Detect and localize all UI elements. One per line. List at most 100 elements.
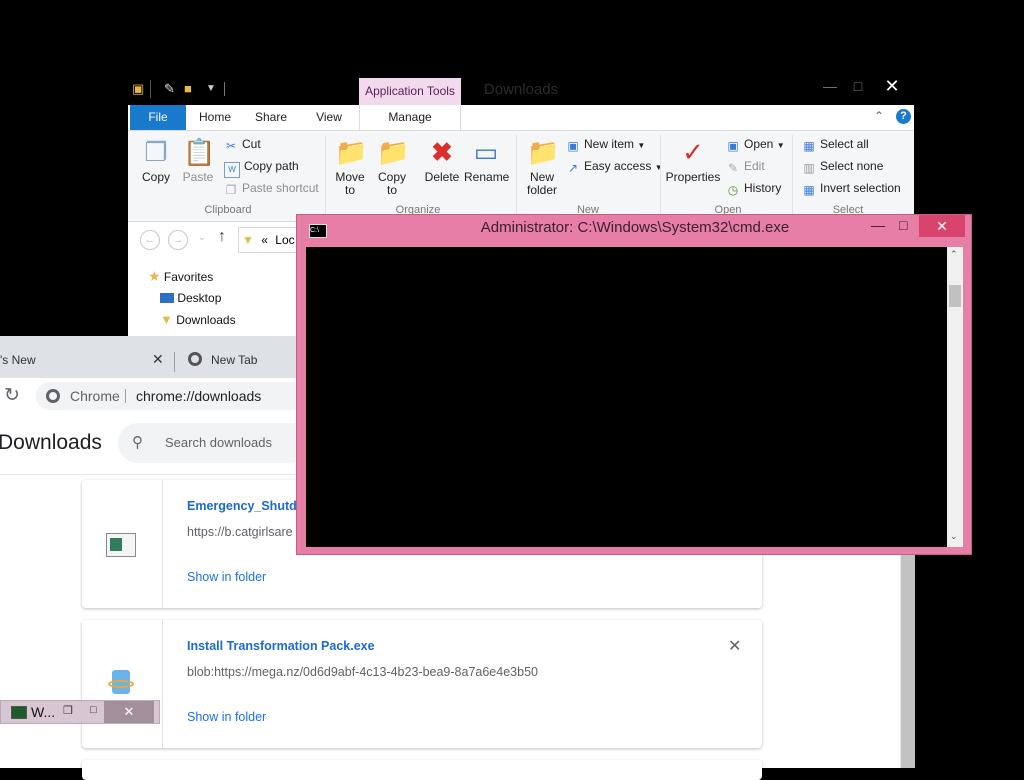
omnibox[interactable]: Chrome chrome://downloads [36, 382, 296, 410]
nav-downloads[interactable]: ▼ Downloads [160, 309, 236, 330]
file-icon [106, 533, 136, 557]
help-icon[interactable]: ? [896, 109, 911, 124]
nav-desktop[interactable]: Desktop [160, 288, 221, 309]
select-all-button[interactable]: ▦ Select all [802, 135, 868, 153]
back-arrow-icon[interactable]: ← [140, 230, 160, 250]
tab-home[interactable]: Home [190, 105, 240, 130]
star-icon: ★ [148, 268, 161, 284]
open-button[interactable]: ▣ Open ▼ [726, 135, 784, 153]
tab-whats-new[interactable]: 's New ✕ [0, 344, 172, 378]
search-placeholder: Search downloads [165, 435, 272, 450]
minimized-window[interactable]: W... ❐ □ ✕ [0, 700, 160, 724]
page-title: Downloads [0, 431, 102, 454]
console-area[interactable] [306, 247, 947, 547]
close-button[interactable]: ✕ [919, 215, 965, 237]
restore-icon[interactable]: ❐ [63, 704, 73, 717]
remove-download-icon[interactable]: ✕ [728, 636, 741, 656]
cmd-scrollbar[interactable]: ⌃ ⌄ [947, 247, 963, 547]
history-label: History [744, 181, 782, 195]
tab-divider [174, 352, 175, 372]
scroll-up-icon[interactable]: ⌃ [950, 249, 958, 260]
explorer-titlebar: ▣ ✎ ■ ▼ Downloads Application Tools — □ … [128, 74, 914, 105]
minimized-window-title: W... [31, 704, 56, 720]
properties-button[interactable]: ✓ Properties [664, 137, 722, 184]
invert-selection-label: Invert selection [820, 181, 901, 195]
paste-button[interactable]: 📋 Paste [178, 137, 218, 184]
select-all-icon: ▦ [803, 139, 815, 153]
scrollbar-thumb[interactable] [949, 285, 961, 307]
download-filename-link[interactable]: Install Transformation Pack.exe [187, 639, 375, 653]
rename-button[interactable]: ▭ Rename [464, 137, 510, 184]
download-filename-link[interactable]: Emergency_Shutdo [187, 499, 304, 513]
collapse-ribbon-icon[interactable]: ⌃ [874, 109, 884, 123]
paste-shortcut-button[interactable]: ❐ Paste shortcut [224, 179, 319, 197]
download-url: blob:https://mega.nz/0d6d9abf-4c13-4b23-… [187, 665, 538, 679]
tab-new-tab[interactable]: New Tab [176, 344, 296, 378]
close-icon[interactable]: ✕ [104, 701, 154, 723]
tab-view[interactable]: View [304, 105, 354, 130]
new-item-button[interactable]: ▣ New item ▼ [566, 135, 645, 153]
tab-share[interactable]: Share [246, 105, 296, 130]
tab-manage[interactable]: Manage [359, 105, 461, 130]
tab-file[interactable]: File [130, 105, 186, 130]
card-icon-column [82, 620, 163, 748]
rename-label: Rename [464, 170, 510, 184]
invert-selection-button[interactable]: ▦ Invert selection [802, 179, 901, 197]
recent-locations-icon[interactable]: ⌄ [198, 232, 206, 243]
omnibox-divider [125, 389, 126, 403]
easy-access-button[interactable]: ↗ Easy access ▼ [566, 157, 663, 175]
chrome-toolbar: ↻ Chrome chrome://downloads [0, 378, 296, 415]
copy-path-button[interactable]: W Copy path [224, 157, 299, 178]
forward-arrow-icon[interactable]: → [168, 230, 188, 250]
maximize-button[interactable]: □ [899, 217, 907, 233]
edit-button[interactable]: ✎ Edit [726, 157, 765, 175]
copy-label: Copy [141, 170, 170, 184]
show-in-folder-link[interactable]: Show in folder [187, 710, 266, 724]
chevron-down-icon: ▼ [637, 141, 646, 150]
group-divider [792, 135, 793, 217]
copy-button[interactable]: ❐ Copy [136, 137, 176, 184]
search-icon: ⚲ [132, 434, 143, 451]
download-url: https://b.catgirlsare [187, 525, 293, 539]
maximize-button[interactable]: □ [840, 74, 876, 100]
group-divider [325, 135, 326, 217]
invert-selection-icon: ▦ [803, 183, 815, 197]
folder-icon: ▼ [242, 233, 254, 247]
history-icon: ◷ [727, 183, 739, 197]
reload-icon[interactable]: ↻ [4, 384, 20, 407]
show-in-folder-link[interactable]: Show in folder [187, 570, 266, 584]
downloads-folder-icon: ▼ [160, 312, 173, 327]
chevron-down-icon: ▼ [654, 163, 663, 172]
edit-icon: ✎ [727, 161, 739, 175]
search-downloads-input[interactable]: ⚲ Search downloads [118, 423, 298, 463]
file-icon-detail [110, 538, 122, 551]
copy-to-button[interactable]: 📁 Copy to [374, 137, 410, 197]
tab-title: New Tab [211, 353, 258, 367]
properties-label: Properties [665, 170, 721, 184]
paste-shortcut-icon: ❐ [225, 183, 237, 197]
delete-button[interactable]: ✖ Delete [420, 137, 464, 184]
new-folder-button[interactable]: 📁 New folder [522, 137, 562, 197]
paste-shortcut-label: Paste shortcut [242, 181, 319, 195]
close-tab-icon[interactable]: ✕ [152, 351, 164, 368]
maximize-icon[interactable]: □ [90, 704, 97, 716]
select-none-button[interactable]: ▥ Select none [802, 157, 883, 175]
minimize-button[interactable]: — [871, 217, 885, 233]
omnibox-url: chrome://downloads [136, 388, 262, 404]
card-icon-column [82, 480, 163, 608]
scissors-icon: ✂ [225, 139, 237, 153]
nav-favorites[interactable]: ★ Favorites [148, 266, 213, 287]
history-button[interactable]: ◷ History [726, 179, 782, 197]
cut-button[interactable]: ✂ Cut [224, 135, 261, 153]
chrome-tab-strip: 's New ✕ New Tab [0, 336, 296, 378]
move-to-button[interactable]: 📁 Move to [332, 137, 368, 197]
up-arrow-icon[interactable]: ↑ [218, 228, 226, 246]
copy-icon: ❐ [144, 137, 168, 167]
tab-title: 's New [0, 353, 36, 367]
omnibox-site-chip: Chrome [70, 388, 120, 404]
explorer-scrollbar[interactable] [900, 554, 915, 768]
scroll-down-icon[interactable]: ⌄ [950, 531, 958, 542]
close-button[interactable]: ✕ [874, 74, 910, 100]
window-app-icon [11, 706, 27, 719]
copy-folder-icon: 📁 [377, 137, 410, 167]
